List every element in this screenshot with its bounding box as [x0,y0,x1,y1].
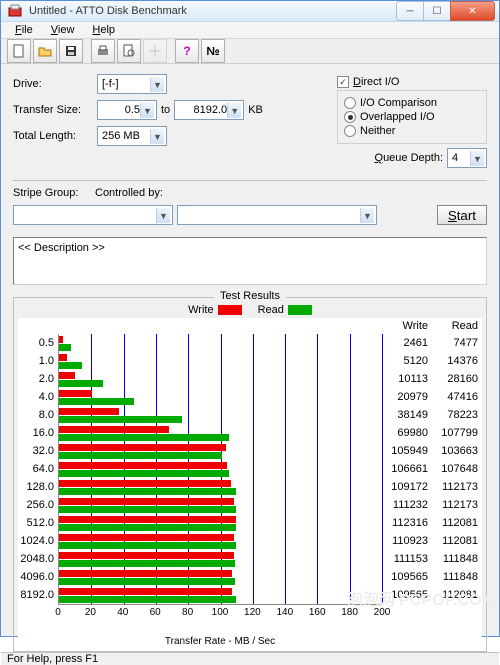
transfer-size-label: Transfer Size: [13,104,93,116]
to-label: to [161,104,170,116]
menu-file[interactable]: File [7,22,41,38]
maximize-button[interactable]: ☐ [423,1,451,21]
queue-depth-select[interactable]: 4 [447,148,487,168]
queue-depth-label: Queue Depth: [375,152,444,164]
menu-view[interactable]: View [43,22,83,38]
app-icon [7,3,23,19]
app-window: Untitled - ATTO Disk Benchmark ─ ☐ ✕ Fil… [0,0,500,637]
drive-label: Drive: [13,78,93,90]
direct-io-label: Direct I/O [353,76,399,88]
test-results-panel: Test Results Write Read Write Read 0.51.… [13,297,487,652]
neither-radio[interactable] [344,125,356,137]
transfer-to-select[interactable]: 8192.0 [174,100,244,120]
close-button[interactable]: ✕ [450,1,495,21]
controlled-by-select[interactable] [177,205,377,225]
move-button[interactable] [143,39,167,63]
toolbar: ? № [1,39,499,64]
help-button[interactable]: ? [175,39,199,63]
kb-label: KB [248,104,263,116]
total-length-label: Total Length: [13,130,93,142]
overlapped-io-radio[interactable] [344,111,356,123]
stripe-group-select[interactable] [13,205,173,225]
x-axis-label: Transfer Rate - MB / Sec [58,636,382,647]
statusbar: For Help, press F1 [1,652,499,665]
direct-io-checkbox[interactable] [337,76,349,88]
drive-select[interactable]: [-f-] [97,74,167,94]
write-swatch [218,305,242,315]
read-swatch [288,305,312,315]
status-text: For Help, press F1 [7,653,98,665]
start-button[interactable]: Start [437,205,487,225]
controlled-by-label: Controlled by: [95,187,185,199]
io-mode-group: I/O Comparison Overlapped I/O Neither [337,90,487,144]
open-button[interactable] [33,39,57,63]
menubar: File View Help [1,22,499,39]
total-length-select[interactable]: 256 MB [97,126,167,146]
save-button[interactable] [59,39,83,63]
print-button[interactable] [91,39,115,63]
test-results-title: Test Results [214,290,286,302]
chart: Write Read 0.51.02.04.08.016.032.064.012… [18,318,482,647]
io-comparison-radio[interactable] [344,97,356,109]
new-button[interactable] [7,39,31,63]
transfer-from-select[interactable]: 0.5 [97,100,157,120]
about-button[interactable]: № [201,39,225,63]
description-box[interactable]: << Description >> [13,237,487,285]
minimize-button[interactable]: ─ [396,1,424,21]
chart-legend: Write Read [18,304,482,316]
content-area: Drive: [-f-] Transfer Size: 0.5 to 8192.… [1,64,499,652]
titlebar[interactable]: Untitled - ATTO Disk Benchmark ─ ☐ ✕ [1,1,499,22]
stripe-group-label: Stripe Group: [13,187,91,199]
window-title: Untitled - ATTO Disk Benchmark [29,5,397,17]
preview-button[interactable] [117,39,141,63]
menu-help[interactable]: Help [84,22,123,38]
